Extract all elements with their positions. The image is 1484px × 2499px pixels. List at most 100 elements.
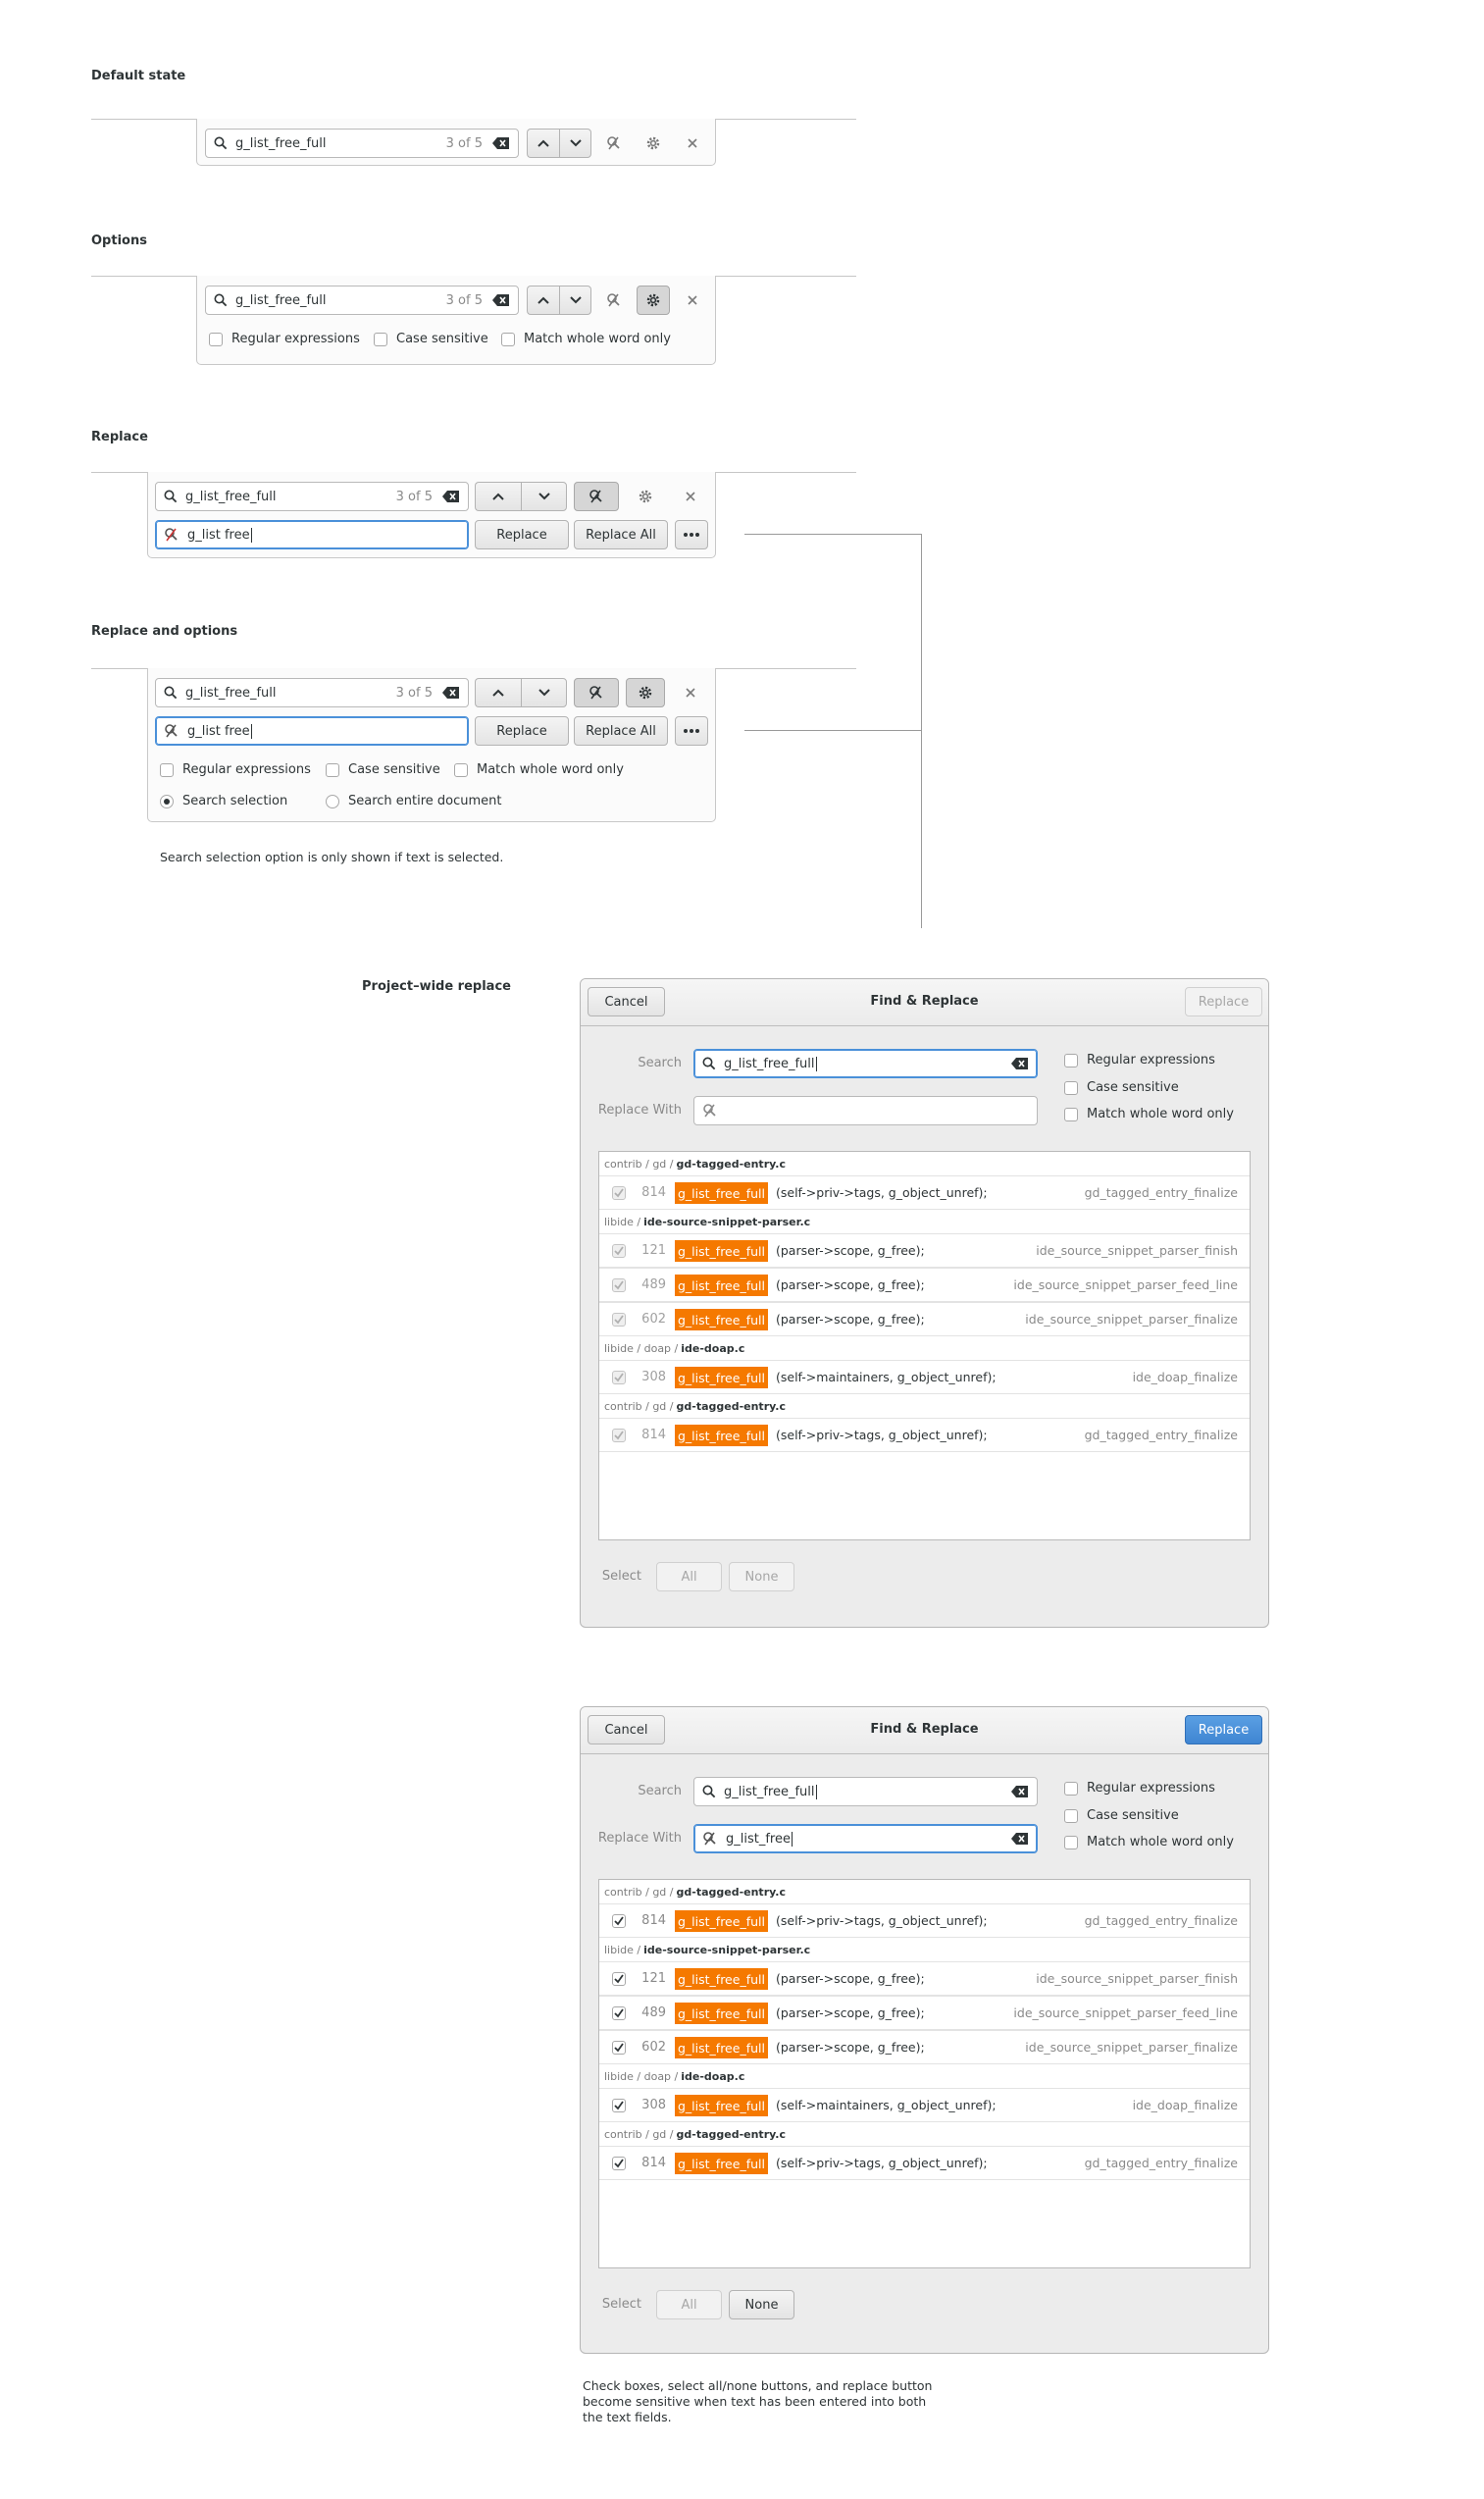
regex-checkbox[interactable]: Regular expressions xyxy=(1064,1053,1215,1067)
result-row[interactable]: 489 g_list_free_full (parser->scope, g_f… xyxy=(599,1268,1250,1302)
search-selection-radio[interactable]: Search selection xyxy=(160,794,287,808)
clear-icon[interactable] xyxy=(492,137,510,149)
more-button[interactable] xyxy=(675,716,708,746)
result-row[interactable]: 814 g_list_free_full (self->priv->tags, … xyxy=(599,1418,1250,1452)
select-none-button[interactable]: None xyxy=(729,2290,794,2319)
replace-all-button[interactable]: Replace All xyxy=(574,716,668,746)
checkbox-box[interactable] xyxy=(501,332,515,346)
checkbox-box[interactable] xyxy=(209,332,223,346)
previous-match-button[interactable] xyxy=(475,678,521,707)
checkbox-box[interactable] xyxy=(454,762,468,777)
options-button[interactable] xyxy=(637,286,670,315)
search-entry[interactable]: g_list_free_full 3 of 5 xyxy=(155,482,469,511)
result-row[interactable]: 121 g_list_free_full (parser->scope, g_f… xyxy=(599,1961,1250,1996)
result-checkbox[interactable] xyxy=(612,1186,626,1200)
checkbox-box[interactable] xyxy=(326,762,339,777)
options-button[interactable] xyxy=(626,482,665,511)
replace-button[interactable]: Replace xyxy=(475,716,569,746)
checkbox-box[interactable] xyxy=(1064,1781,1078,1796)
toggle-replace-button[interactable] xyxy=(574,482,619,511)
whole-word-checkbox[interactable]: Match whole word only xyxy=(1064,1835,1234,1849)
case-sensitive-checkbox[interactable]: Case sensitive xyxy=(374,332,488,346)
close-button[interactable] xyxy=(676,129,709,158)
options-button[interactable] xyxy=(626,678,665,707)
result-row[interactable]: 489 g_list_free_full (parser->scope, g_f… xyxy=(599,1996,1250,2030)
search-document-radio[interactable]: Search entire document xyxy=(326,794,502,808)
previous-match-button[interactable] xyxy=(527,129,559,158)
close-button[interactable] xyxy=(676,286,709,315)
replace-entry[interactable]: g_list free xyxy=(155,520,469,549)
next-match-button[interactable] xyxy=(559,129,591,158)
replace-entry[interactable]: g_list free xyxy=(155,716,469,746)
previous-match-button[interactable] xyxy=(475,482,521,511)
radio-button[interactable] xyxy=(326,794,339,808)
options-button[interactable] xyxy=(637,129,670,158)
clear-icon[interactable] xyxy=(1011,1786,1029,1797)
select-none-button[interactable]: None xyxy=(729,1562,794,1591)
checkbox-box[interactable] xyxy=(1064,1808,1078,1823)
replace-entry[interactable]: g_list_free xyxy=(693,1824,1038,1853)
search-entry[interactable]: g_list_free_full 3 of 5 xyxy=(205,286,519,315)
result-row[interactable]: 814 g_list_free_full (self->priv->tags, … xyxy=(599,2146,1250,2180)
result-row[interactable]: 602 g_list_free_full (parser->scope, g_f… xyxy=(599,2030,1250,2064)
clear-icon[interactable] xyxy=(1011,1833,1029,1845)
close-button[interactable] xyxy=(671,482,710,511)
close-button[interactable] xyxy=(671,678,710,707)
clear-icon[interactable] xyxy=(442,491,460,502)
checkbox-box[interactable] xyxy=(1064,1835,1078,1849)
regex-checkbox[interactable]: Regular expressions xyxy=(1064,1781,1215,1796)
whole-word-checkbox[interactable]: Match whole word only xyxy=(501,332,671,346)
clear-icon[interactable] xyxy=(492,294,510,306)
next-match-button[interactable] xyxy=(559,286,591,315)
replace-button[interactable]: Replace xyxy=(1185,1715,1262,1744)
checkbox-box[interactable] xyxy=(1064,1080,1078,1095)
result-checkbox[interactable] xyxy=(612,1278,626,1292)
replace-button[interactable]: Replace xyxy=(1185,987,1262,1016)
whole-word-checkbox[interactable]: Match whole word only xyxy=(454,762,624,777)
toggle-replace-button[interactable] xyxy=(597,286,631,315)
result-checkbox[interactable] xyxy=(612,1429,626,1442)
checkbox-box[interactable] xyxy=(1064,1107,1078,1121)
result-checkbox[interactable] xyxy=(612,1371,626,1384)
result-checkbox[interactable] xyxy=(612,1244,626,1258)
result-checkbox[interactable] xyxy=(612,1972,626,1986)
result-checkbox[interactable] xyxy=(612,1313,626,1327)
result-row[interactable]: 602 g_list_free_full (parser->scope, g_f… xyxy=(599,1302,1250,1336)
select-all-button[interactable]: All xyxy=(656,1562,722,1591)
checkbox-box[interactable] xyxy=(374,332,387,346)
select-all-button[interactable]: All xyxy=(656,2290,722,2319)
result-row[interactable]: 814 g_list_free_full (self->priv->tags, … xyxy=(599,1175,1250,1210)
search-entry[interactable]: g_list_free_full 3 of 5 xyxy=(155,678,469,707)
search-entry[interactable]: g_list_free_full xyxy=(693,1049,1038,1078)
replace-all-button[interactable]: Replace All xyxy=(574,520,668,549)
regex-checkbox[interactable]: Regular expressions xyxy=(160,762,311,777)
radio-button[interactable] xyxy=(160,794,174,808)
search-entry[interactable]: g_list_free_full 3 of 5 xyxy=(205,129,519,158)
result-row[interactable]: 814 g_list_free_full (self->priv->tags, … xyxy=(599,1903,1250,1938)
next-match-button[interactable] xyxy=(521,482,567,511)
result-checkbox[interactable] xyxy=(612,2157,626,2170)
result-checkbox[interactable] xyxy=(612,2099,626,2112)
result-checkbox[interactable] xyxy=(612,1914,626,1928)
case-sensitive-checkbox[interactable]: Case sensitive xyxy=(1064,1080,1179,1095)
result-row[interactable]: 308 g_list_free_full (self->maintainers,… xyxy=(599,2088,1250,2122)
toggle-replace-button[interactable] xyxy=(597,129,631,158)
case-sensitive-checkbox[interactable]: Case sensitive xyxy=(326,762,440,777)
replace-button[interactable]: Replace xyxy=(475,520,569,549)
clear-icon[interactable] xyxy=(442,687,460,699)
checkbox-box[interactable] xyxy=(160,762,174,777)
whole-word-checkbox[interactable]: Match whole word only xyxy=(1064,1107,1234,1121)
result-checkbox[interactable] xyxy=(612,2041,626,2055)
result-checkbox[interactable] xyxy=(612,2006,626,2020)
checkbox-box[interactable] xyxy=(1064,1053,1078,1067)
toggle-replace-button[interactable] xyxy=(574,678,619,707)
result-row[interactable]: 308 g_list_free_full (self->maintainers,… xyxy=(599,1360,1250,1394)
next-match-button[interactable] xyxy=(521,678,567,707)
search-entry[interactable]: g_list_free_full xyxy=(693,1777,1038,1806)
previous-match-button[interactable] xyxy=(527,286,559,315)
clear-icon[interactable] xyxy=(1011,1058,1029,1069)
case-sensitive-checkbox[interactable]: Case sensitive xyxy=(1064,1808,1179,1823)
result-row[interactable]: 121 g_list_free_full (parser->scope, g_f… xyxy=(599,1233,1250,1268)
replace-entry[interactable] xyxy=(693,1096,1038,1125)
more-button[interactable] xyxy=(675,520,708,549)
